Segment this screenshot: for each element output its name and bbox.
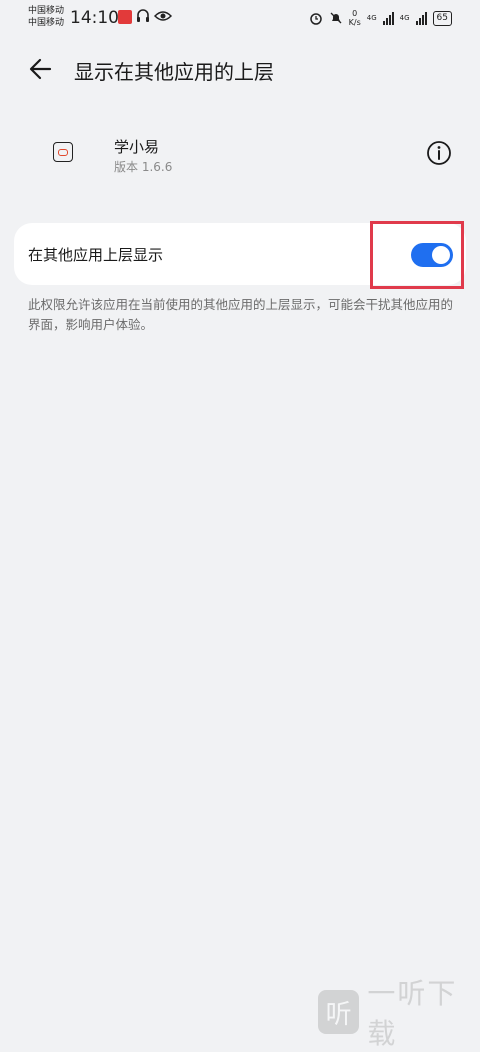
page-title: 显示在其他应用的上层 <box>74 60 274 84</box>
app-icon-mark <box>58 148 68 156</box>
permission-description: 此权限允许该应用在当前使用的其他应用的上层显示，可能会干扰其他应用的界面，影响用… <box>28 297 454 332</box>
alarm-icon <box>309 13 322 25</box>
highlight-annotation-box <box>370 221 464 289</box>
network-type-1: 4G <box>366 14 377 22</box>
app-version: 版本 1.6.6 <box>114 160 173 174</box>
carrier-labels: 中国移动 中国移动 <box>28 5 64 29</box>
status-bar: 中国移动 中国移动 14:10 0 K/s 4G 4G 65 <box>0 0 480 36</box>
app-name: 学小易 <box>114 138 160 156</box>
watermark: 听 一听下载 <box>318 977 480 1050</box>
page-header: 显示在其他应用的上层 <box>0 42 480 98</box>
overlay-permission-label: 在其他应用上层显示 <box>28 246 164 264</box>
mute-bell-icon <box>330 12 342 24</box>
app-info-row: 学小易 版本 1.6.6 <box>0 128 480 188</box>
arrow-left-icon[interactable] <box>26 54 56 84</box>
eye-icon <box>154 11 172 21</box>
status-time: 14:10 <box>70 8 119 28</box>
notification-app-icon <box>118 10 132 24</box>
carrier-1: 中国移动 <box>28 6 65 16</box>
headphone-icon <box>137 9 149 22</box>
speed-value: 0 <box>352 9 358 18</box>
carrier-2: 中国移动 <box>28 18 65 28</box>
signal-bars-2-icon <box>415 11 427 25</box>
signal-bars-1-icon <box>382 11 394 25</box>
battery-level: 65 <box>432 10 452 26</box>
network-type-2: 4G <box>399 14 410 22</box>
speed-unit: K/s <box>348 18 361 27</box>
watermark-text: 一听下载 <box>367 977 458 1050</box>
status-right: 0 K/s 4G 4G 65 <box>309 6 452 30</box>
watermark-logo: 听 <box>318 990 360 1034</box>
app-icon <box>53 142 73 162</box>
network-speed: 0 K/s <box>349 9 361 27</box>
info-icon[interactable] <box>426 140 452 166</box>
